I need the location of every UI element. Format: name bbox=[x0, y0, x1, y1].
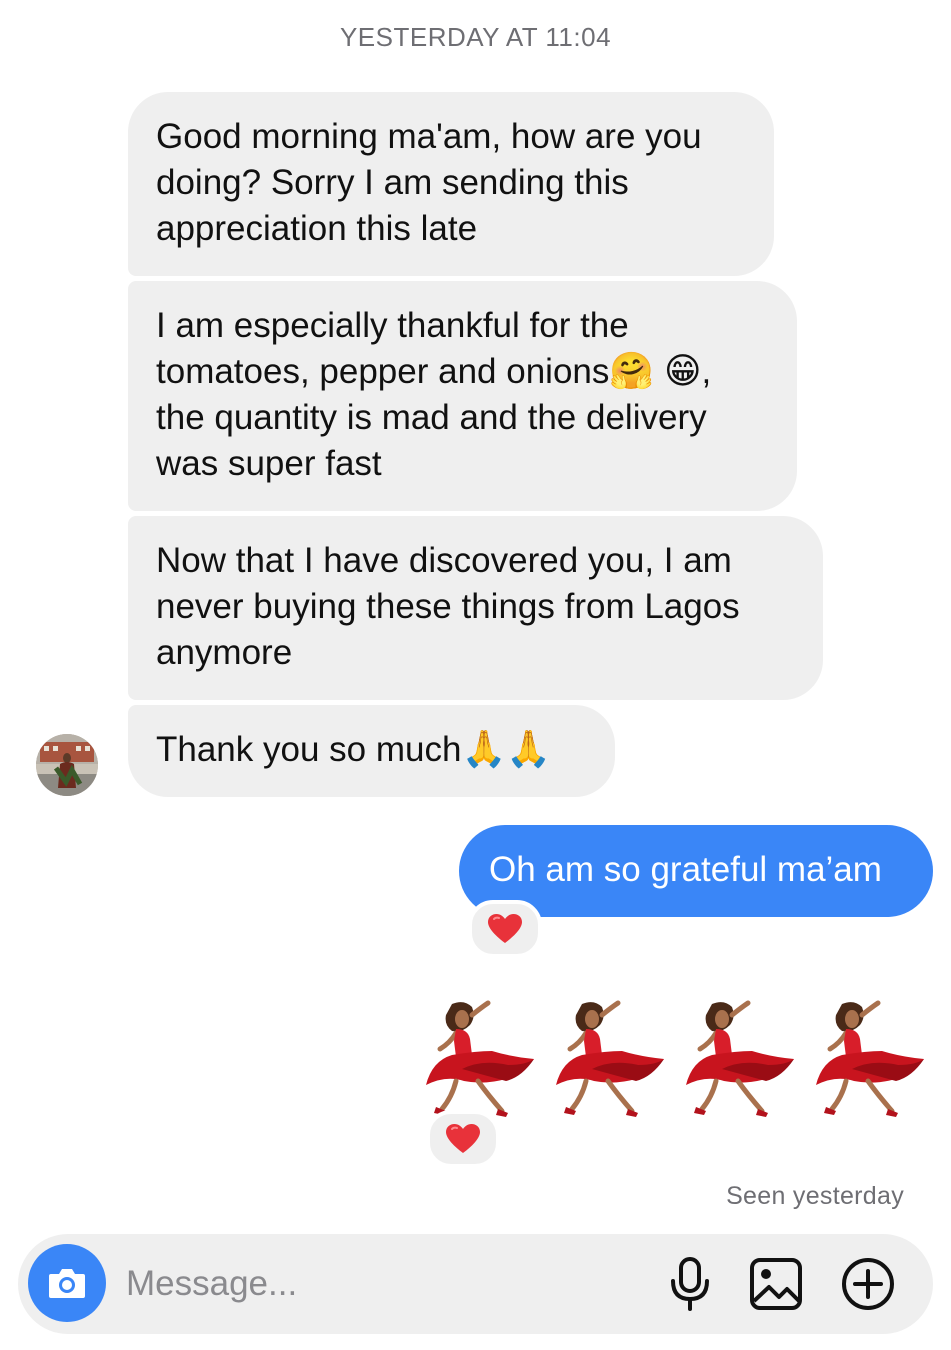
incoming-message-3[interactable]: Now that I have discovered you, I am nev… bbox=[128, 516, 823, 700]
incoming-message-4[interactable]: Thank you so much🙏🙏 bbox=[128, 705, 615, 797]
heart-reaction-dancers[interactable] bbox=[426, 1110, 500, 1168]
hugging-face-emoji: 🤗 bbox=[609, 351, 655, 392]
heart-icon bbox=[488, 914, 522, 943]
incoming-message-2[interactable]: I am especially thankful for the tomatoe… bbox=[128, 281, 797, 511]
microphone-icon bbox=[671, 1257, 709, 1311]
message-text: I am especially thankful for the tomatoe… bbox=[156, 306, 629, 391]
message-text: Now that I have discovered you, I am nev… bbox=[156, 541, 740, 672]
plus-circle-icon bbox=[842, 1258, 894, 1310]
gallery-icon bbox=[750, 1258, 802, 1310]
thread-timestamp: YESTERDAY AT 11:04 bbox=[339, 22, 612, 52]
avatar-photo-icon bbox=[36, 734, 98, 796]
incoming-message-1[interactable]: Good morning ma'am, how are you doing? S… bbox=[128, 92, 774, 276]
message-text: Good morning ma'am, how are you doing? S… bbox=[156, 117, 702, 248]
microphone-button[interactable] bbox=[660, 1254, 720, 1314]
folded-hands-emoji: 🙏🙏 bbox=[461, 729, 552, 770]
seen-status: Seen yesterday bbox=[726, 1182, 904, 1210]
emoji-message-dancers[interactable] bbox=[420, 995, 935, 1125]
gallery-button[interactable] bbox=[746, 1254, 806, 1314]
message-text: Oh am so grateful ma’am bbox=[489, 850, 882, 889]
message-input[interactable] bbox=[126, 1258, 626, 1310]
heart-reaction[interactable] bbox=[468, 900, 542, 958]
more-options-button[interactable] bbox=[838, 1254, 898, 1314]
message-text: Thank you so much bbox=[156, 730, 462, 769]
message-composer bbox=[18, 1234, 933, 1334]
sender-avatar[interactable] bbox=[36, 734, 98, 796]
woman-dancing-emoji-row bbox=[420, 995, 935, 1125]
camera-button[interactable] bbox=[28, 1244, 106, 1322]
camera-icon bbox=[49, 1269, 85, 1298]
grinning-face-emoji: 😁 bbox=[663, 351, 702, 392]
heart-icon bbox=[446, 1124, 480, 1153]
